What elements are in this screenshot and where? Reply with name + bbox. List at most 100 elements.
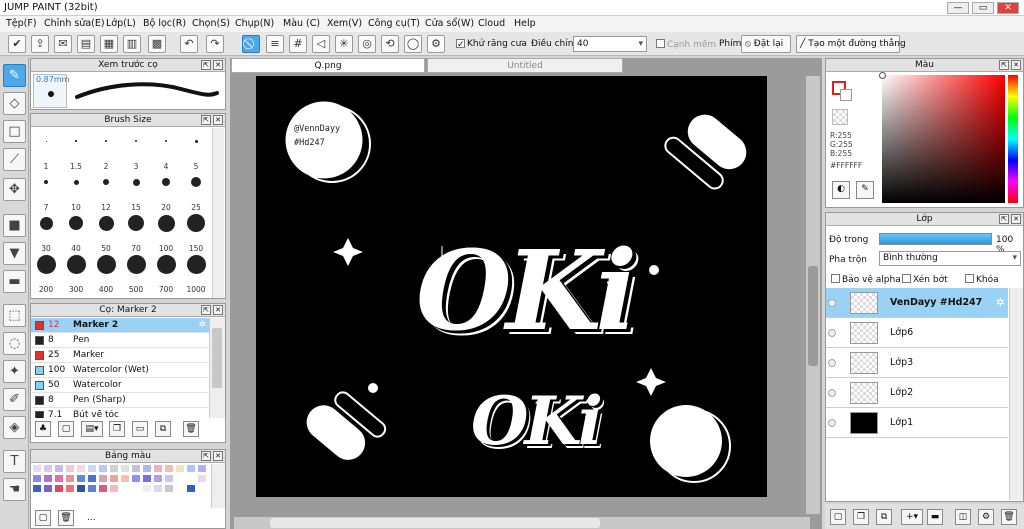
layer-row[interactable]: VenDayy #Hd247 ✲ <box>826 288 1008 318</box>
vertical-scrollbar[interactable] <box>806 76 820 514</box>
menu-file[interactable]: Tệp(F) <box>6 18 37 29</box>
select-pen-icon[interactable]: ✐ <box>3 388 26 411</box>
palette-swatch[interactable] <box>55 465 63 472</box>
layer-mask-icon[interactable]: ◫ <box>955 509 971 525</box>
layer-row[interactable]: Lớp6 <box>826 318 1008 348</box>
folder-icon[interactable]: ▭ <box>132 421 148 437</box>
palette-more[interactable]: ... <box>87 513 96 523</box>
opacity-slider[interactable] <box>879 233 992 245</box>
menu-window[interactable]: Cửa sổ(W) <box>425 18 474 29</box>
grid-ruler-icon[interactable]: # <box>289 35 307 53</box>
palette-swatch[interactable] <box>77 485 85 492</box>
parallel-ruler-icon[interactable]: ≡ <box>266 35 284 53</box>
float-icon[interactable]: ⇱ <box>201 60 211 70</box>
add-brush-icon[interactable]: ♣ <box>35 421 51 437</box>
redo-icon[interactable]: ↷ <box>206 35 224 53</box>
layer-visibility-icon[interactable] <box>828 329 836 337</box>
palette-swatch[interactable] <box>121 465 129 472</box>
palette-swatch[interactable] <box>176 475 184 482</box>
color-wheel-icon[interactable]: ◐ <box>832 181 850 199</box>
float-icon[interactable]: ⇱ <box>201 305 211 315</box>
add-layer-menu-icon[interactable]: +▾ <box>901 509 923 525</box>
menu-layer[interactable]: Lớp(L) <box>106 18 136 29</box>
palette-swatch[interactable] <box>121 485 129 492</box>
brush-list-item[interactable]: 7.1 Bút vẽ tóc <box>31 408 209 418</box>
gradient-tool-icon[interactable]: ▬ <box>3 270 26 293</box>
layer-visibility-icon[interactable] <box>828 419 836 427</box>
palette-swatch[interactable] <box>198 465 206 472</box>
brush-size-cell[interactable]: 7 <box>31 171 61 212</box>
delete-layer-icon[interactable]: 🗑 <box>1001 509 1017 525</box>
palette-swatch[interactable] <box>66 465 74 472</box>
brush-size-cell[interactable]: 300 <box>61 253 91 294</box>
brush-list-item[interactable]: 25 Marker <box>31 348 209 363</box>
brush-size-cell[interactable]: 40 <box>61 212 91 253</box>
palette-swatches[interactable] <box>33 465 209 505</box>
float-icon[interactable]: ⇱ <box>201 115 211 125</box>
palette-swatch[interactable] <box>55 485 63 492</box>
palette-swatch[interactable] <box>165 475 173 482</box>
protect-alpha-toggle[interactable]: Bảo vệ alpha <box>831 274 901 285</box>
palette-swatch[interactable] <box>99 485 107 492</box>
layer-row[interactable]: Lớp1 <box>826 408 1008 438</box>
palette-swatch[interactable] <box>121 475 129 482</box>
brush-size-cell[interactable]: 12 <box>91 171 121 212</box>
vertical-scroll-thumb[interactable] <box>808 266 818 366</box>
layer-visibility-icon[interactable] <box>828 299 836 307</box>
concentric-ruler-icon[interactable]: ◎ <box>358 35 376 53</box>
float-icon[interactable]: ⇱ <box>999 214 1009 224</box>
cloud-sync-icon[interactable]: ✔ <box>8 35 26 53</box>
palette-swatch[interactable] <box>33 475 41 482</box>
palette-swatch[interactable] <box>187 485 195 492</box>
palette-swatch[interactable] <box>110 475 118 482</box>
brush-size-cell[interactable]: 700 <box>151 253 181 294</box>
brush-list-item[interactable]: 12 Marker 2 ✲ <box>31 318 209 333</box>
magic-wand-icon[interactable]: ✦ <box>3 360 26 383</box>
brush-size-cell[interactable]: 500 <box>121 253 151 294</box>
brush-size-cell[interactable]: 100 <box>151 212 181 253</box>
layer-scrollbar[interactable] <box>1009 288 1023 500</box>
palette-swatch[interactable] <box>99 465 107 472</box>
tab-q-png[interactable]: Q.png <box>231 58 425 73</box>
soft-edge-checkbox[interactable] <box>656 39 665 48</box>
copy-layer-icon[interactable]: ❐ <box>853 509 869 525</box>
trash-icon[interactable]: 🗑 <box>183 421 199 437</box>
palette-swatch[interactable] <box>66 485 74 492</box>
line-tool-icon[interactable]: ⟋ <box>3 148 26 171</box>
float-icon[interactable]: ⇱ <box>201 451 211 461</box>
close-icon[interactable]: ✕ <box>213 305 223 315</box>
menu-select[interactable]: Chọn(S) <box>192 18 230 29</box>
curve-ruler-icon[interactable]: ⟲ <box>381 35 399 53</box>
palette-swatch[interactable] <box>176 485 184 492</box>
radial-ruler-icon[interactable]: ✳ <box>335 35 353 53</box>
transparent-swatch[interactable] <box>832 109 848 125</box>
rect-select-icon[interactable]: ⬚ <box>3 304 26 327</box>
brush-size-cell[interactable]: 150 <box>181 212 211 253</box>
palette-swatch[interactable] <box>154 465 162 472</box>
menu-tools[interactable]: Công cụ(T) <box>368 18 420 29</box>
layer-settings-icon[interactable]: ⚙ <box>978 509 994 525</box>
palette-scrollbar[interactable] <box>211 464 225 508</box>
brush-tool-icon[interactable]: ✎ <box>3 64 26 87</box>
palette-swatch[interactable] <box>77 465 85 472</box>
clip-toggle[interactable]: Xén bớt <box>902 274 948 285</box>
document-icon[interactable]: ▥ <box>123 35 141 53</box>
palette-swatch[interactable] <box>55 475 63 482</box>
palette-swatch[interactable] <box>44 485 52 492</box>
lock-toggle[interactable]: Khóa <box>965 274 999 285</box>
copy-brush-icon[interactable]: ❐ <box>109 421 125 437</box>
brush-size-cell[interactable]: 1000 <box>181 253 211 294</box>
brush-menu-icon[interactable]: ▤▾ <box>81 421 103 437</box>
brush-list-item[interactable]: 8 Pen (Sharp) <box>31 393 209 408</box>
hand-tool-icon[interactable]: ☚ <box>3 478 26 501</box>
palette-swatch[interactable] <box>198 485 206 492</box>
brush-size-cell[interactable]: 2 <box>91 130 121 171</box>
layer-settings-icon[interactable]: ✲ <box>996 296 1005 309</box>
hue-slider[interactable] <box>1008 75 1018 203</box>
palette-swatch[interactable] <box>143 475 151 482</box>
brush-size-cell[interactable]: 50 <box>91 212 121 253</box>
brush-size-cell[interactable]: 4 <box>151 130 181 171</box>
move-tool-icon[interactable]: ✥ <box>3 178 26 201</box>
palette-swatch[interactable] <box>143 485 151 492</box>
brush-size-cell[interactable]: 3 <box>121 130 151 171</box>
